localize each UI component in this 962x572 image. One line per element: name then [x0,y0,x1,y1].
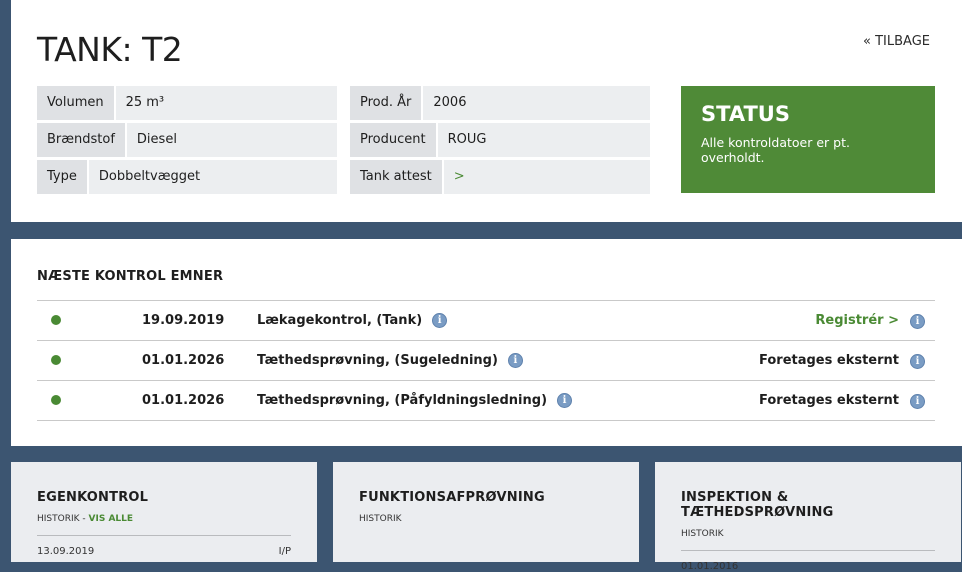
history-date: 01.01.2016 [681,561,739,572]
status-box: STATUS Alle kontroldatoer er pt. overhol… [681,86,935,193]
info-label: Type [37,160,87,194]
info-row-tank-certificate: Tank attest > [350,160,650,194]
status-dot-icon [51,315,61,325]
card-title: INSPEKTION & TÆTHEDSPRØVNING [681,490,834,520]
control-task: Lækagekontrol, (Tank) i [257,313,448,328]
control-task: Tæthedsprøvning, (Påfyldningsledning) i [257,393,573,408]
history-date: 13.09.2019 [37,546,95,557]
back-link[interactable]: « TILBAGE [863,34,930,49]
status-title: STATUS [701,102,790,126]
history-label: HISTORIK [681,529,724,539]
tank-info-right: Prod. År 2006 Producent ROUG Tank attest… [350,86,650,197]
info-label: Brændstof [37,123,125,157]
section-title: NÆSTE KONTROL EMNER [37,269,224,284]
control-task-label: Tæthedsprøvning, (Påfyldningsledning) [257,393,548,408]
action-info: i [910,393,925,409]
card-subtitle: HISTORIK - VIS ALLE [37,514,134,524]
history-row: 01.01.2016 [681,561,935,572]
control-action-text: Foretages eksternt [759,393,899,408]
tank-certificate-link[interactable]: > [443,160,650,194]
tank-info-left: Volumen 25 m³ Brændstof Diesel Type Dobb… [37,86,337,197]
card-inspektion: INSPEKTION & TÆTHEDSPRØVNING HISTORIK 01… [655,462,961,572]
page-title: TANK: T2 [37,30,183,69]
info-label: Producent [350,123,436,157]
action-info: i [910,353,925,369]
control-date: 01.01.2026 [142,353,225,368]
tank-header-panel: TANK: T2 « TILBAGE Volumen 25 m³ Brændst… [11,0,962,222]
control-date: 19.09.2019 [142,313,225,328]
info-row-type: Type Dobbeltvægget [37,160,337,194]
info-label: Tank attest [350,160,442,194]
info-icon[interactable]: i [432,313,448,328]
info-icon[interactable]: i [910,354,925,369]
info-label: Volumen [37,86,114,120]
info-row-prod-year: Prod. År 2006 [350,86,650,120]
control-task-label: Tæthedsprøvning, (Sugeledning) [257,353,498,368]
view-all-link[interactable]: VIS ALLE [89,514,134,524]
table-row: 19.09.2019 Lækagekontrol, (Tank) i Regist… [37,301,935,341]
history-label: HISTORIK [359,514,402,524]
info-row-volume: Volumen 25 m³ [37,86,337,120]
control-table: 19.09.2019 Lækagekontrol, (Tank) i Regist… [37,300,935,421]
table-row: 01.01.2026 Tæthedsprøvning, (Påfyldnings… [37,381,935,421]
card-egenkontrol: EGENKONTROL HISTORIK - VIS ALLE 13.09.20… [11,462,317,562]
card-funktionsafproevning: FUNKTIONSAFPRØVNING HISTORIK [333,462,639,562]
history-row: 13.09.2019 I/P [37,546,291,557]
control-task: Tæthedsprøvning, (Sugeledning) i [257,353,523,368]
divider [681,550,935,551]
info-icon[interactable]: i [507,353,523,368]
card-title: EGENKONTROL [37,490,149,505]
history-label: HISTORIK [37,514,80,524]
info-value: 2006 [423,86,650,120]
table-row: 01.01.2026 Tæthedsprøvning, (Sugeledning… [37,341,935,381]
action-info: i [910,313,925,329]
card-subtitle: HISTORIK [681,529,935,539]
status-dot-icon [51,395,61,405]
info-value: ROUG [437,123,650,157]
info-row-producer: Producent ROUG [350,123,650,157]
info-value: Diesel [126,123,337,157]
card-title: FUNKTIONSAFPRØVNING [359,490,545,505]
next-control-panel: NÆSTE KONTROL EMNER 19.09.2019 Lækagekon… [11,239,962,446]
info-label: Prod. År [350,86,422,120]
status-dot-icon [51,355,61,365]
divider [37,535,291,536]
control-task-label: Lækagekontrol, (Tank) [257,313,423,328]
info-icon[interactable]: i [910,314,925,329]
register-link[interactable]: Registrér > [815,313,899,328]
info-row-fuel: Brændstof Diesel [37,123,337,157]
info-icon[interactable]: i [910,394,925,409]
status-message: Alle kontroldatoer er pt. overholdt. [701,135,850,165]
control-action-text: Foretages eksternt [759,353,899,368]
info-value: 25 m³ [115,86,337,120]
info-value: Dobbeltvægget [88,160,337,194]
card-subtitle: HISTORIK [359,514,613,524]
history-result: I/P [278,546,291,557]
info-icon[interactable]: i [557,393,573,408]
control-date: 01.01.2026 [142,393,225,408]
